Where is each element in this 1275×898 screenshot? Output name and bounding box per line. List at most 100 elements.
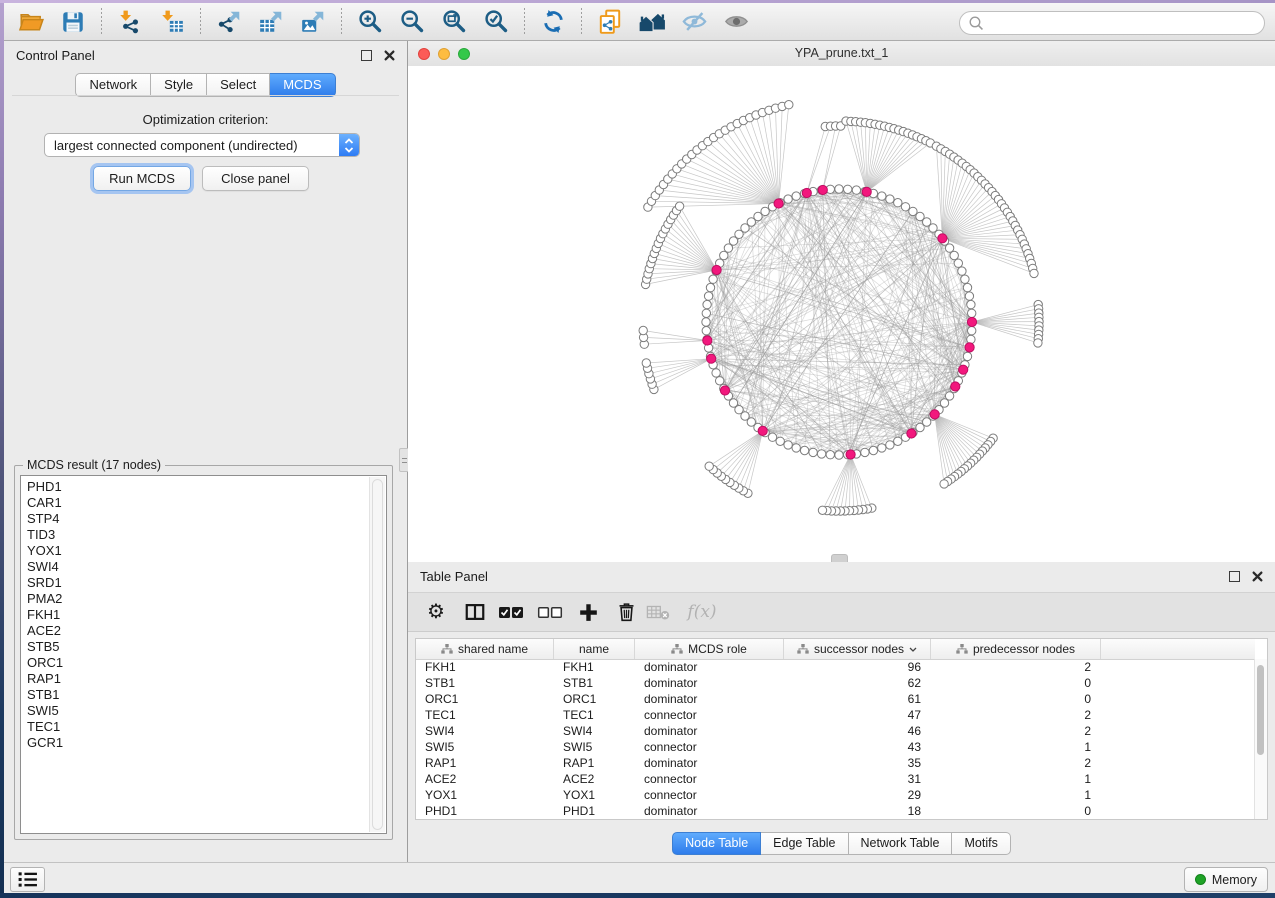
table-row[interactable]: PHD1PHD1dominator180 (416, 803, 1255, 819)
network-node[interactable] (784, 195, 792, 203)
table-tab-network-table[interactable]: Network Table (849, 832, 953, 855)
network-node[interactable] (967, 335, 975, 343)
network-node[interactable] (706, 283, 714, 291)
export-network-button[interactable] (208, 6, 250, 38)
column-header-predecessor-nodes[interactable]: predecessor nodes (931, 639, 1101, 659)
table-tab-motifs[interactable]: Motifs (952, 832, 1010, 855)
close-panel-icon[interactable] (1252, 571, 1263, 582)
mcds-node[interactable] (862, 187, 871, 196)
network-node[interactable] (963, 283, 971, 291)
mcds-result-item[interactable]: STP4 (27, 511, 386, 527)
network-node[interactable] (940, 480, 948, 488)
search-input[interactable] (985, 13, 1264, 33)
table-row[interactable]: SWI4SWI4dominator462 (416, 723, 1255, 739)
column-header-name[interactable]: name (554, 639, 635, 659)
table-settings-button[interactable]: ⚙ (420, 596, 452, 628)
network-node[interactable] (817, 450, 825, 458)
network-node[interactable] (792, 444, 800, 452)
mcds-result-item[interactable]: YOX1 (27, 543, 386, 559)
network-node[interactable] (702, 318, 710, 326)
mcds-node[interactable] (818, 185, 827, 194)
network-node[interactable] (963, 352, 971, 360)
mcds-result-list[interactable]: PHD1CAR1STP4TID3YOX1SWI4SRD1PMA2FKH1ACE2… (20, 475, 387, 834)
table-tab-node-table[interactable]: Node Table (672, 832, 761, 855)
network-node[interactable] (844, 185, 852, 193)
network-node[interactable] (968, 327, 976, 335)
memory-button[interactable]: Memory (1184, 867, 1268, 892)
horizontal-splitter-handle[interactable] (831, 554, 848, 562)
show-all-button[interactable] (715, 6, 757, 38)
float-panel-icon[interactable] (361, 50, 372, 61)
mcds-node[interactable] (802, 188, 811, 197)
network-node[interactable] (835, 185, 843, 193)
table-scrollbar[interactable] (1254, 659, 1267, 819)
tab-select[interactable]: Select (207, 73, 270, 97)
table-row[interactable]: STB1STB1dominator620 (416, 675, 1255, 691)
table-row[interactable]: TEC1TEC1connector472 (416, 707, 1255, 723)
network-node[interactable] (968, 309, 976, 317)
network-node[interactable] (784, 441, 792, 449)
copy-view-button[interactable] (589, 6, 631, 38)
zoom-selected-button[interactable] (475, 6, 517, 38)
mcds-result-item[interactable]: TID3 (27, 527, 386, 543)
export-table-button[interactable] (250, 6, 292, 38)
network-node[interactable] (800, 446, 808, 454)
zoom-fit-button[interactable] (433, 6, 475, 38)
mcds-result-item[interactable]: TEC1 (27, 719, 386, 735)
network-node[interactable] (965, 292, 973, 300)
network-node[interactable] (878, 444, 886, 452)
network-node[interactable] (1034, 339, 1042, 347)
mcds-node[interactable] (951, 382, 960, 391)
import-network-button[interactable] (109, 6, 151, 38)
network-node[interactable] (894, 437, 902, 445)
network-node[interactable] (776, 437, 784, 445)
delete-button[interactable] (610, 596, 642, 628)
mcds-node[interactable] (774, 199, 783, 208)
network-node[interactable] (861, 448, 869, 456)
export-image-button[interactable] (292, 6, 334, 38)
network-node[interactable] (961, 275, 969, 283)
network-node[interactable] (878, 192, 886, 200)
select-all-button[interactable] (495, 596, 527, 628)
mcds-node[interactable] (846, 450, 855, 459)
network-node[interactable] (704, 292, 712, 300)
network-node[interactable] (826, 451, 834, 459)
hide-selected-button[interactable] (673, 6, 715, 38)
mcds-result-item[interactable]: ACE2 (27, 623, 386, 639)
network-node[interactable] (716, 377, 724, 385)
mcds-node[interactable] (707, 354, 716, 363)
mcds-node[interactable] (907, 429, 916, 438)
mcds-node[interactable] (930, 410, 939, 419)
network-node[interactable] (818, 506, 826, 514)
network-node[interactable] (792, 192, 800, 200)
mcds-node[interactable] (965, 343, 974, 352)
network-node[interactable] (835, 451, 843, 459)
network-node[interactable] (958, 267, 966, 275)
mcds-result-item[interactable]: RAP1 (27, 671, 386, 687)
column-header-MCDS-role[interactable]: MCDS role (635, 639, 784, 659)
mcds-result-item[interactable]: SWI5 (27, 703, 386, 719)
mcds-node[interactable] (967, 317, 976, 326)
network-node[interactable] (712, 369, 720, 377)
network-canvas[interactable] (408, 66, 1275, 562)
network-node[interactable] (886, 195, 894, 203)
mcds-result-item[interactable]: PHD1 (27, 479, 386, 495)
tab-style[interactable]: Style (151, 73, 207, 97)
mcds-result-item[interactable]: PMA2 (27, 591, 386, 607)
mcds-node[interactable] (712, 265, 721, 274)
table-columns-button[interactable] (459, 596, 491, 628)
network-node[interactable] (639, 326, 647, 334)
network-node[interactable] (950, 251, 958, 259)
float-panel-icon[interactable] (1229, 571, 1240, 582)
network-node[interactable] (702, 327, 710, 335)
refresh-button[interactable] (532, 6, 574, 38)
run-mcds-button[interactable]: Run MCDS (93, 166, 191, 191)
network-node[interactable] (852, 186, 860, 194)
network-node[interactable] (702, 309, 710, 317)
first-neighbors-button[interactable] (631, 6, 673, 38)
import-table-button[interactable] (151, 6, 193, 38)
mcds-result-item[interactable]: STB5 (27, 639, 386, 655)
tab-network[interactable]: Network (75, 73, 151, 97)
zoom-in-button[interactable] (349, 6, 391, 38)
network-node[interactable] (642, 359, 650, 367)
